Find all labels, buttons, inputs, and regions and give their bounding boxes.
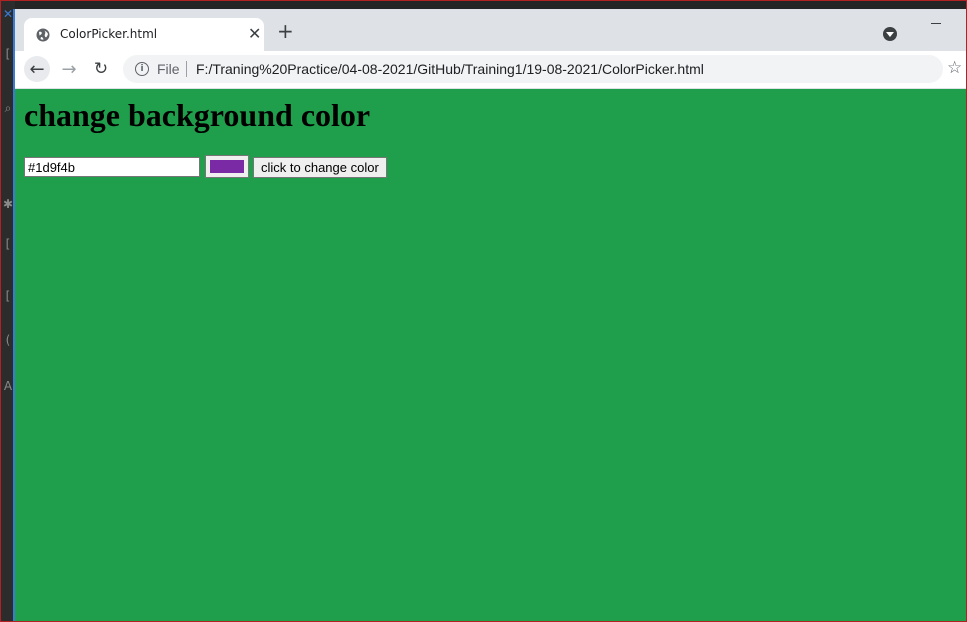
address-scheme-label: File <box>157 61 180 77</box>
screen-frame: ✕ [ ⌕ ✱ [ [ ( A ColorPicker.html ✕ + ← →… <box>0 0 967 622</box>
address-url[interactable]: F:/Traning%20Practice/04-08-2021/GitHub/… <box>196 61 704 77</box>
tab-title: ColorPicker.html <box>60 27 158 41</box>
address-bar[interactable]: i File F:/Traning%20Practice/04-08-2021/… <box>123 55 943 83</box>
back-button[interactable]: ← <box>24 56 50 82</box>
change-color-button[interactable]: click to change color <box>253 157 387 178</box>
page-content: change background color click to change … <box>15 89 966 621</box>
reload-icon: ↻ <box>93 59 109 79</box>
globe-icon <box>36 28 50 42</box>
page-heading: change background color <box>24 97 371 133</box>
color-picker[interactable] <box>205 155 249 178</box>
arrow-right-icon: → <box>61 58 77 80</box>
info-icon[interactable]: i <box>135 62 149 76</box>
address-divider <box>186 61 187 77</box>
forward-button[interactable]: → <box>56 56 82 82</box>
minimize-icon[interactable] <box>931 23 941 24</box>
browser-toolbar: ← → ↻ i File F:/Traning%20Practice/04-08… <box>15 51 966 88</box>
star-icon[interactable]: ☆ <box>947 58 962 78</box>
dropdown-icon[interactable] <box>883 27 897 41</box>
tab-strip: ColorPicker.html ✕ + <box>15 9 966 51</box>
tab-colorpicker[interactable]: ColorPicker.html ✕ <box>24 18 264 51</box>
browser-window: ColorPicker.html ✕ + ← → ↻ i File F:/Tra… <box>15 9 966 621</box>
close-icon[interactable]: ✕ <box>248 24 261 43</box>
color-picker-swatch <box>210 160 244 173</box>
arrow-left-icon: ← <box>29 58 45 80</box>
plus-icon[interactable]: + <box>277 21 294 41</box>
color-value-input[interactable] <box>24 157 200 177</box>
editor-activity-bar: ✕ [ ⌕ ✱ [ [ ( A <box>1 1 16 621</box>
reload-button[interactable]: ↻ <box>88 56 114 82</box>
